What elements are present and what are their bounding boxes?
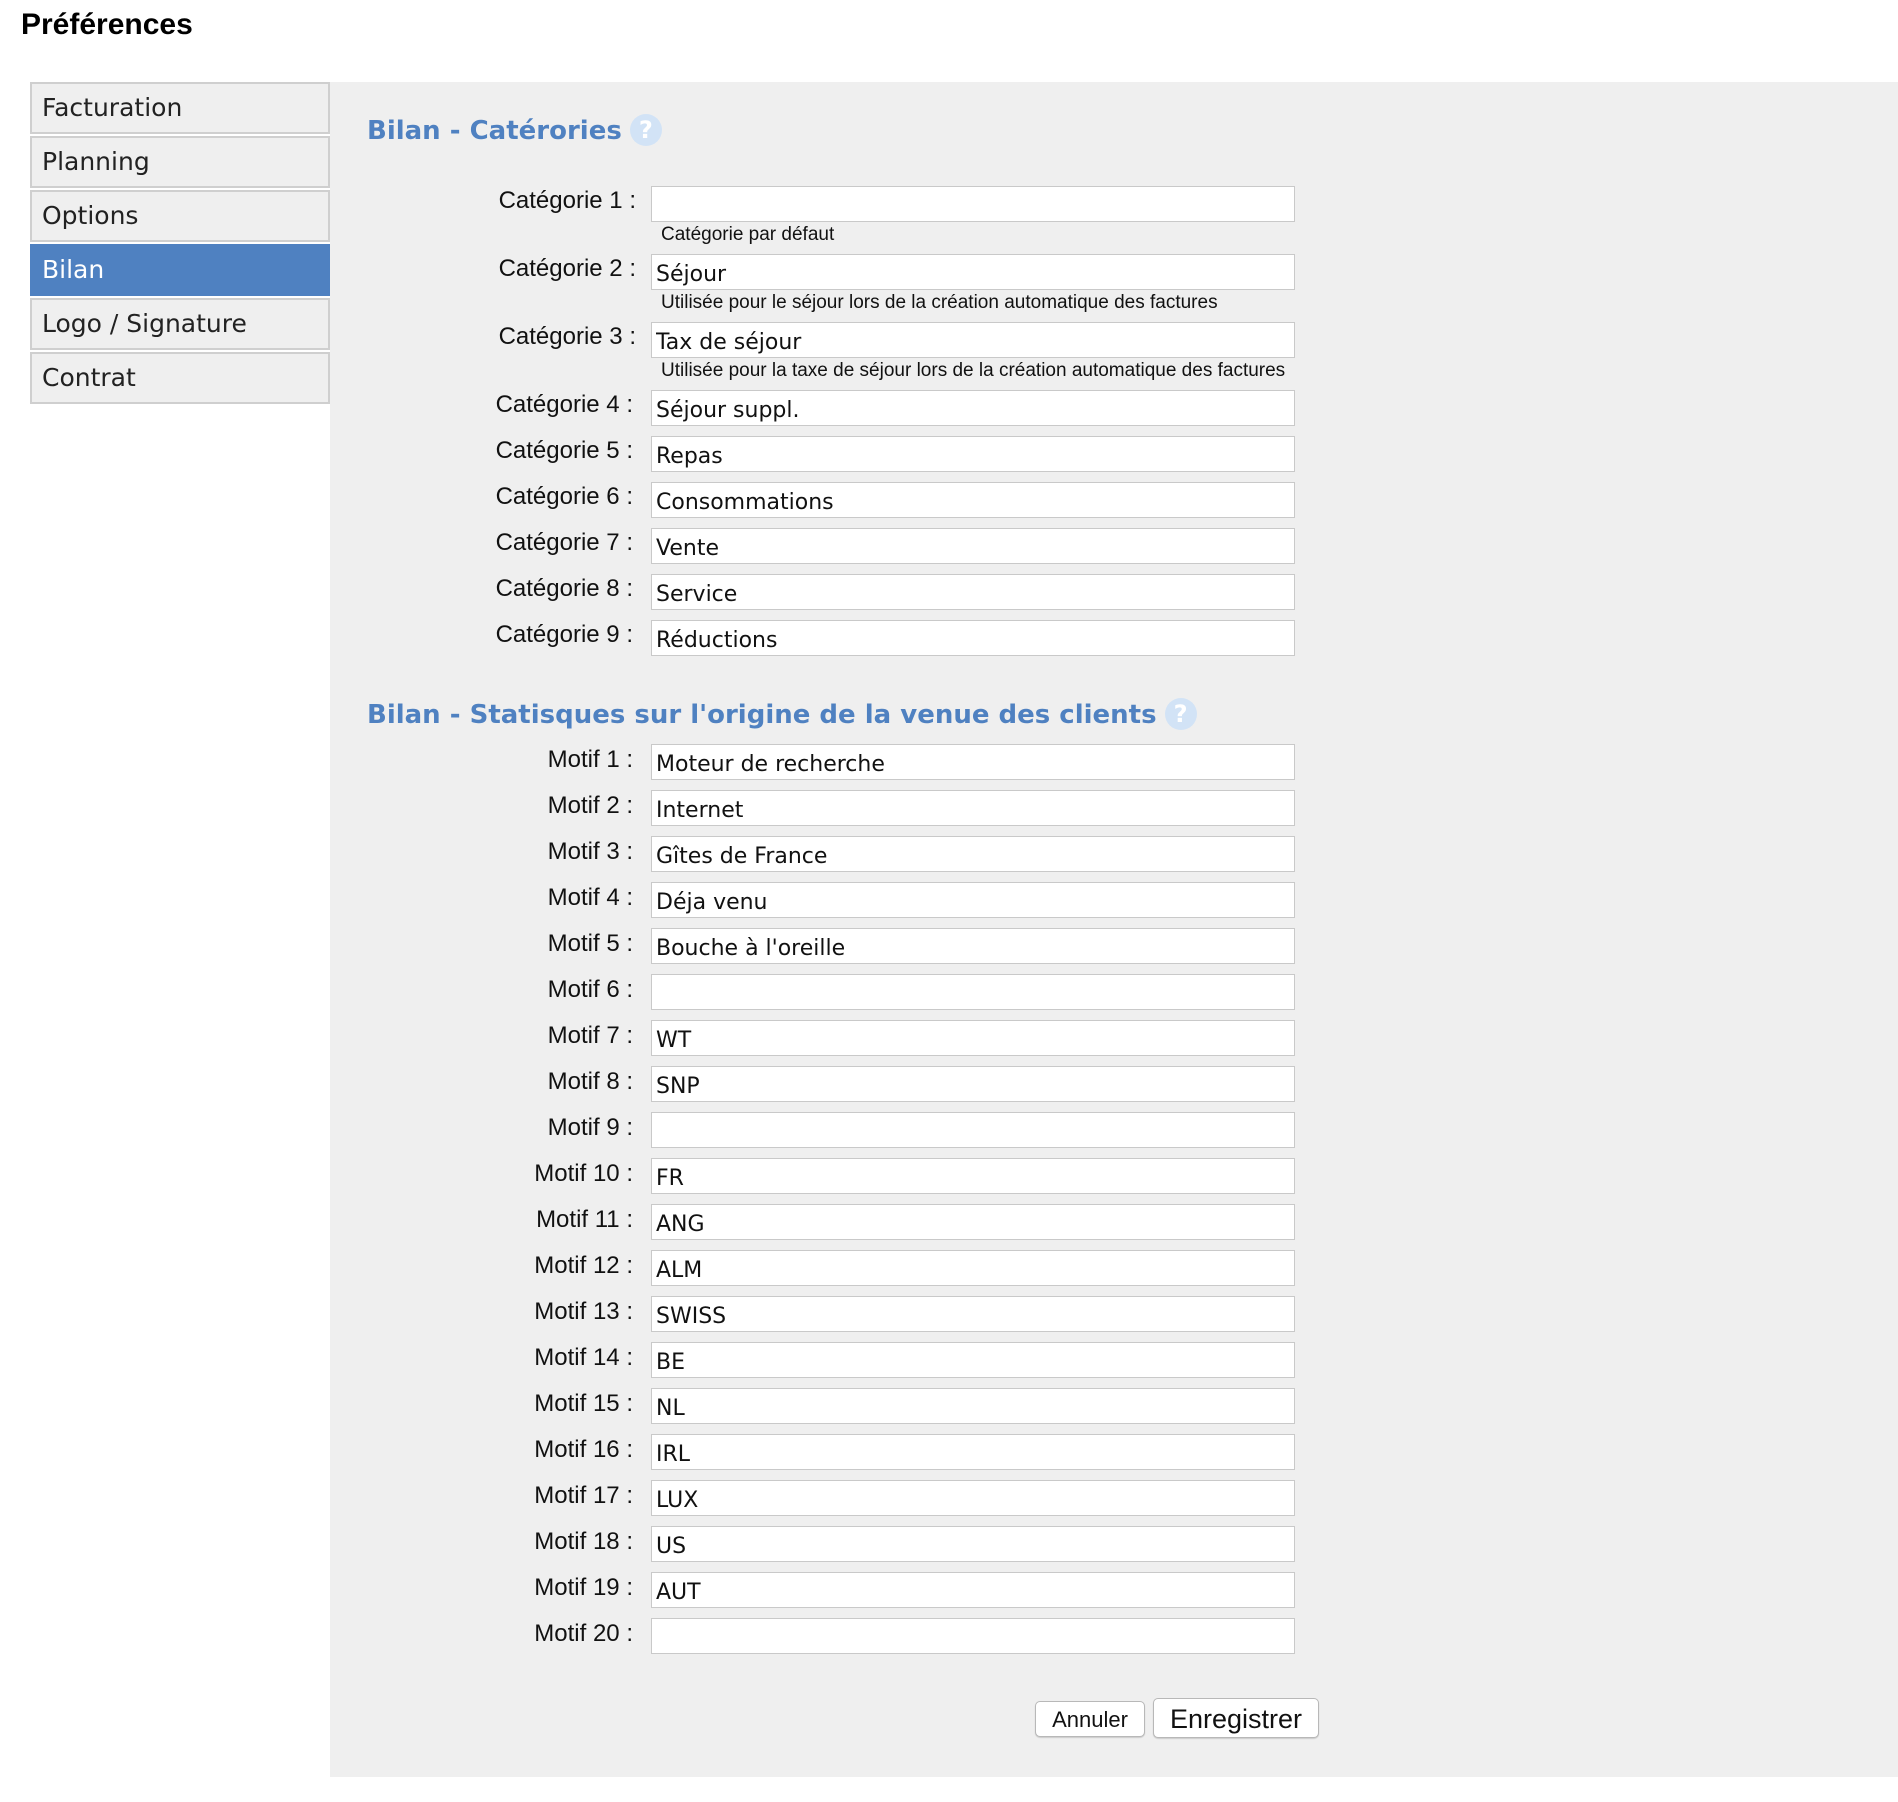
category-7-input[interactable] — [651, 528, 1295, 564]
motif-6-input[interactable] — [651, 974, 1295, 1010]
sidebar-nav: Facturation Planning Options Bilan Logo … — [30, 82, 330, 406]
sidebar-item-planning[interactable]: Planning — [30, 136, 330, 188]
category-8-input[interactable] — [651, 574, 1295, 610]
category-2-input[interactable] — [651, 254, 1295, 290]
save-button[interactable]: Enregistrer — [1153, 1698, 1319, 1738]
motif-16-input[interactable] — [651, 1434, 1295, 1470]
categories-section-title: Bilan - Catérories? — [367, 113, 662, 146]
motif-2-input[interactable] — [651, 790, 1295, 826]
category-2-label: Catégorie 2 : — [498, 255, 636, 282]
motif-3-input[interactable] — [651, 836, 1295, 872]
sidebar-item-facturation[interactable]: Facturation — [30, 82, 330, 134]
question-circle-icon[interactable]: ? — [629, 113, 662, 146]
category-3-input[interactable] — [651, 322, 1295, 358]
motif-15-input[interactable] — [651, 1388, 1295, 1424]
motif-3-label: Motif 3 : — [547, 838, 633, 865]
motif-7-input[interactable] — [651, 1020, 1295, 1056]
motif-5-input[interactable] — [651, 928, 1295, 964]
motif-10-input[interactable] — [651, 1158, 1295, 1194]
category-7-label: Catégorie 7 : — [495, 529, 633, 556]
motif-12-label: Motif 12 : — [534, 1252, 633, 1279]
motif-5-label: Motif 5 : — [547, 930, 633, 957]
motif-13-label: Motif 13 : — [534, 1298, 633, 1325]
motif-12-input[interactable] — [651, 1250, 1295, 1286]
motif-8-input[interactable] — [651, 1066, 1295, 1102]
category-1-help: Catégorie par défaut — [661, 224, 835, 245]
motif-4-input[interactable] — [651, 882, 1295, 918]
sidebar-item-options[interactable]: Options — [30, 190, 330, 242]
question-circle-icon[interactable]: ? — [1164, 697, 1197, 730]
motif-15-label: Motif 15 : — [534, 1390, 633, 1417]
sidebar-item-contrat[interactable]: Contrat — [30, 352, 330, 404]
motif-18-label: Motif 18 : — [534, 1528, 633, 1555]
motif-20-label: Motif 20 : — [534, 1620, 633, 1647]
motif-18-input[interactable] — [651, 1526, 1295, 1562]
motif-19-label: Motif 19 : — [534, 1574, 633, 1601]
origins-section-title: Bilan - Statisques sur l'origine de la v… — [367, 697, 1197, 730]
motif-1-label: Motif 1 : — [547, 746, 633, 773]
category-3-help: Utilisée pour la taxe de séjour lors de … — [661, 360, 1286, 381]
motif-9-label: Motif 9 : — [547, 1114, 633, 1141]
motif-6-label: Motif 6 : — [547, 976, 633, 1003]
sidebar-item-bilan[interactable]: Bilan — [30, 244, 330, 296]
category-4-label: Catégorie 4 : — [495, 391, 633, 418]
motif-14-input[interactable] — [651, 1342, 1295, 1378]
category-1-label: Catégorie 1 : — [498, 187, 636, 214]
category-3-label: Catégorie 3 : — [498, 323, 636, 350]
category-5-label: Catégorie 5 : — [495, 437, 633, 464]
motif-9-input[interactable] — [651, 1112, 1295, 1148]
sidebar-item-label: Planning — [42, 147, 150, 176]
motif-20-input[interactable] — [651, 1618, 1295, 1654]
category-9-input[interactable] — [651, 620, 1295, 656]
motif-16-label: Motif 16 : — [534, 1436, 633, 1463]
category-9-label: Catégorie 9 : — [495, 621, 633, 648]
categories-title-text: Bilan - Catérories — [367, 116, 622, 146]
category-4-input[interactable] — [651, 390, 1295, 426]
motif-17-input[interactable] — [651, 1480, 1295, 1516]
motif-2-label: Motif 2 : — [547, 792, 633, 819]
motif-17-label: Motif 17 : — [534, 1482, 633, 1509]
motif-13-input[interactable] — [651, 1296, 1295, 1332]
category-6-input[interactable] — [651, 482, 1295, 518]
sidebar-item-label: Options — [42, 201, 139, 230]
sidebar-item-label: Logo / Signature — [42, 309, 247, 338]
category-2-help: Utilisée pour le séjour lors de la créat… — [661, 292, 1218, 313]
motif-10-label: Motif 10 : — [534, 1160, 633, 1187]
sidebar-item-label: Bilan — [42, 255, 105, 284]
category-5-input[interactable] — [651, 436, 1295, 472]
sidebar-item-label: Facturation — [42, 93, 183, 122]
main-panel: Bilan - Catérories? Catégorie 1 : Catégo… — [330, 82, 1898, 1777]
motif-11-input[interactable] — [651, 1204, 1295, 1240]
page-title: Préférences — [21, 8, 193, 41]
motif-14-label: Motif 14 : — [534, 1344, 633, 1371]
motif-7-label: Motif 7 : — [547, 1022, 633, 1049]
motif-8-label: Motif 8 : — [547, 1068, 633, 1095]
sidebar-item-logo-signature[interactable]: Logo / Signature — [30, 298, 330, 350]
motif-1-input[interactable] — [651, 744, 1295, 780]
origins-title-text: Bilan - Statisques sur l'origine de la v… — [367, 700, 1157, 730]
cancel-button[interactable]: Annuler — [1035, 1701, 1145, 1737]
category-8-label: Catégorie 8 : — [495, 575, 633, 602]
category-6-label: Catégorie 6 : — [495, 483, 633, 510]
category-1-input[interactable] — [651, 186, 1295, 222]
motif-19-input[interactable] — [651, 1572, 1295, 1608]
motif-4-label: Motif 4 : — [547, 884, 633, 911]
motif-11-label: Motif 11 : — [536, 1206, 633, 1233]
sidebar-item-label: Contrat — [42, 363, 136, 392]
